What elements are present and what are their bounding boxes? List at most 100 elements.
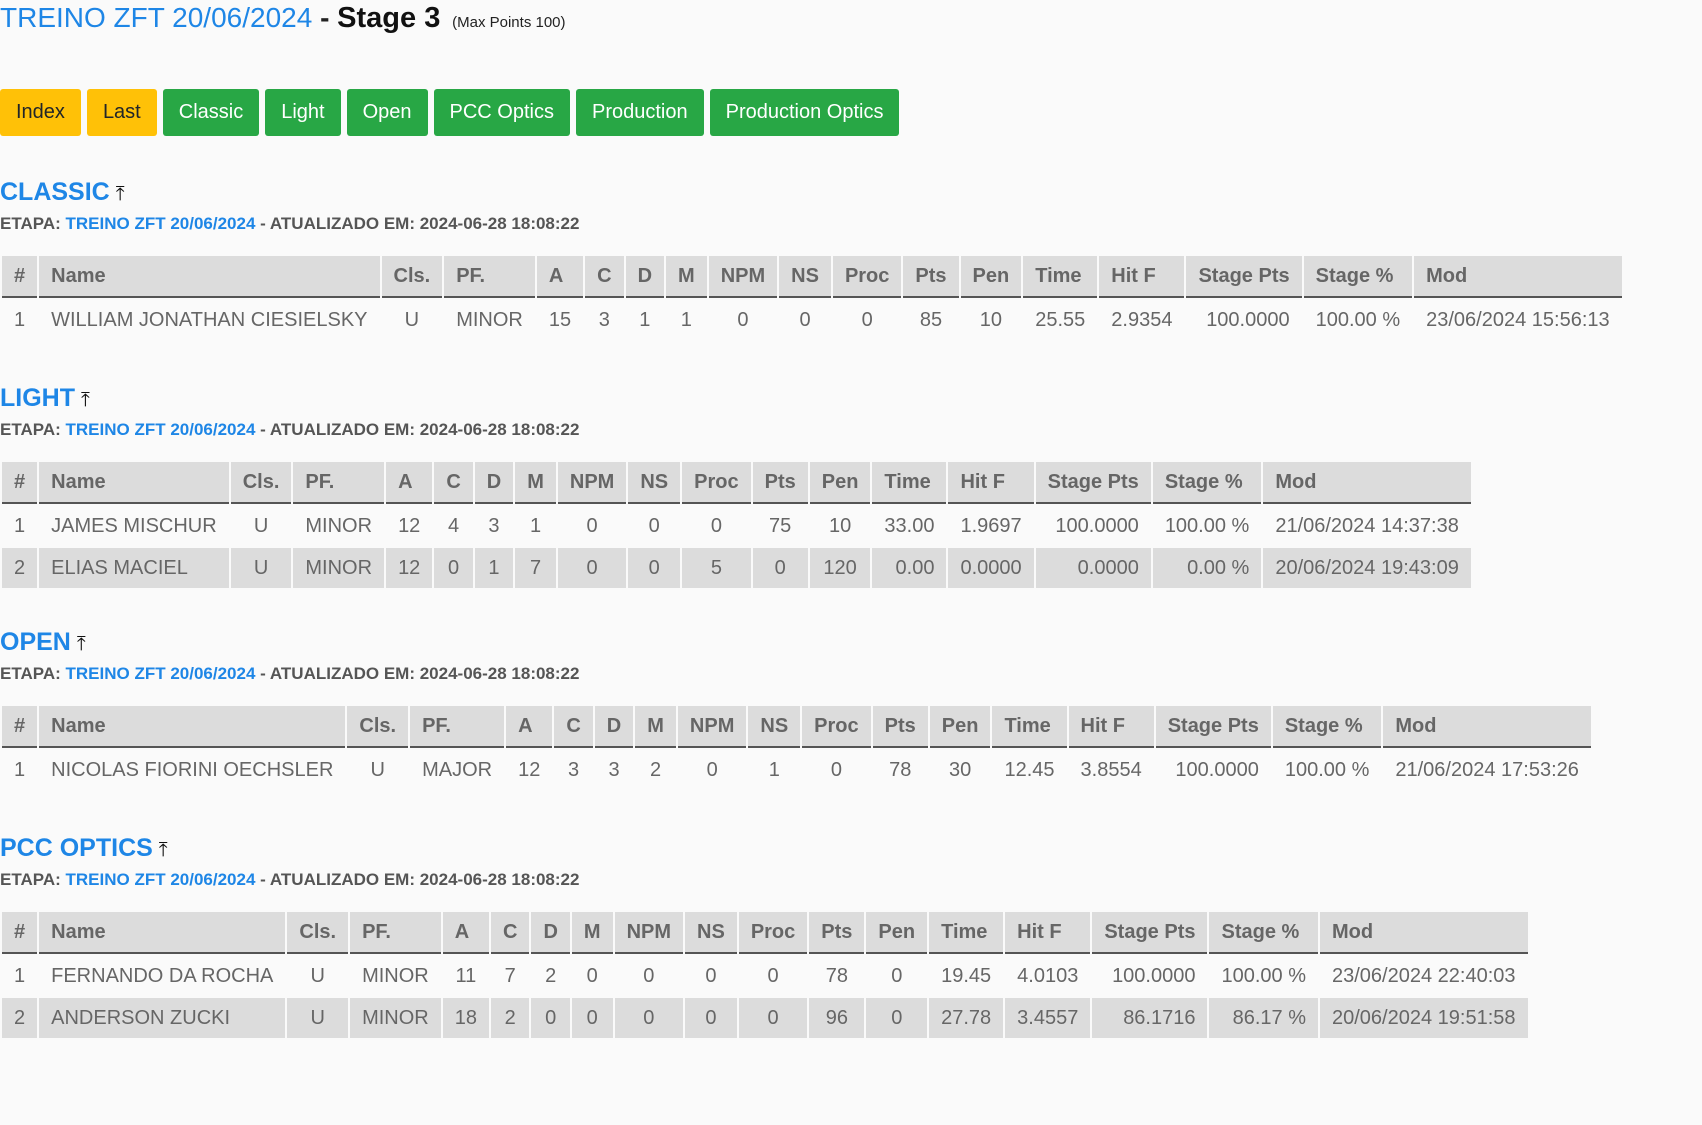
column-header[interactable]: Proc (802, 706, 871, 748)
etapa-match-link[interactable]: TREINO ZFT 20/06/2024 (66, 214, 256, 233)
last-button[interactable]: Last (86, 89, 157, 136)
column-header[interactable]: PF. (293, 462, 385, 504)
column-header[interactable]: Hit F (948, 462, 1034, 504)
match-title-link[interactable]: TREINO ZFT 20/06/2024 (0, 2, 312, 33)
etapa-match-link[interactable]: TREINO ZFT 20/06/2024 (66, 664, 256, 683)
column-header[interactable]: Hit F (1005, 912, 1091, 954)
column-header[interactable]: Pen (809, 462, 871, 504)
column-header[interactable]: Mod (1320, 912, 1528, 954)
column-header[interactable]: NS (685, 912, 737, 954)
column-header[interactable]: Pen (929, 706, 991, 748)
column-header[interactable]: C (434, 462, 473, 504)
column-header[interactable]: Stage % (1272, 706, 1382, 748)
back-to-top-icon[interactable]: ⤒ (81, 389, 90, 411)
column-header[interactable]: Stage Pts (1092, 912, 1208, 954)
table-cell: 27.78 (929, 998, 1004, 1038)
column-header[interactable]: Name (39, 462, 229, 504)
column-header[interactable]: PF. (444, 256, 535, 298)
column-header[interactable]: Name (39, 912, 286, 954)
index-button[interactable]: Index (0, 89, 81, 136)
column-header[interactable]: NS (779, 256, 831, 298)
table-cell: 0 (628, 548, 681, 588)
updated-at: - ATUALIZADO EM: 2024-06-28 18:08:22 (260, 664, 580, 683)
column-header[interactable]: Time (872, 462, 947, 504)
column-header[interactable]: Cls. (230, 462, 292, 504)
column-header[interactable]: D (594, 706, 634, 748)
section-title-text: PCC OPTICS (0, 834, 153, 862)
back-to-top-icon[interactable]: ⤒ (116, 183, 125, 205)
column-header[interactable]: M (571, 912, 613, 954)
column-header[interactable]: # (2, 462, 38, 504)
column-header[interactable]: Mod (1414, 256, 1622, 298)
production-button[interactable]: Production (575, 89, 704, 136)
open-button[interactable]: Open (346, 89, 428, 136)
column-header[interactable]: A (442, 912, 489, 954)
column-header[interactable]: D (474, 462, 514, 504)
column-header[interactable]: NS (628, 462, 681, 504)
column-header[interactable]: Stage Pts (1155, 706, 1271, 748)
column-header[interactable]: Proc (832, 256, 902, 298)
column-header[interactable]: # (2, 706, 38, 748)
column-header[interactable]: NS (748, 706, 801, 748)
column-header[interactable]: M (635, 706, 676, 748)
column-header[interactable]: Time (1023, 256, 1098, 298)
table-cell: 7 (515, 548, 556, 588)
column-header[interactable]: Stage Pts (1035, 462, 1151, 504)
column-header[interactable]: PF. (410, 706, 505, 748)
column-header[interactable]: Pen (960, 256, 1022, 298)
column-header[interactable]: Mod (1383, 706, 1591, 748)
column-header[interactable]: Proc (738, 912, 808, 954)
results-table: # Name Cls. PF. A C D M NPM NS Proc Pts Pen Time Hit F… (0, 910, 1530, 1040)
column-header[interactable]: Stage % (1209, 912, 1318, 954)
column-header[interactable]: NPM (614, 912, 684, 954)
column-header[interactable]: Stage Pts (1186, 256, 1302, 298)
column-header[interactable]: M (515, 462, 556, 504)
column-header[interactable]: Pts (752, 462, 808, 504)
column-header[interactable]: Pts (809, 912, 865, 954)
column-header[interactable]: D (625, 256, 665, 298)
light-button[interactable]: Light (265, 89, 341, 136)
column-header[interactable]: # (2, 256, 38, 298)
column-header[interactable]: NPM (708, 256, 778, 298)
column-header[interactable]: NPM (557, 462, 627, 504)
column-header[interactable]: Cls. (287, 912, 349, 954)
section-title-text: LIGHT (0, 384, 75, 412)
column-header[interactable]: Hit F (1068, 706, 1154, 748)
column-header[interactable]: Name (39, 256, 380, 298)
column-header[interactable]: C (490, 912, 530, 954)
column-header[interactable]: Stage % (1303, 256, 1413, 298)
pcc-optics-button[interactable]: PCC Optics (433, 89, 570, 136)
column-header[interactable]: Proc (682, 462, 751, 504)
column-header[interactable]: Time (929, 912, 1004, 954)
back-to-top-icon[interactable]: ⤒ (77, 633, 86, 655)
column-header[interactable]: A (506, 706, 553, 748)
table-cell: 0 (891, 964, 903, 987)
etapa-match-link[interactable]: TREINO ZFT 20/06/2024 (66, 420, 256, 439)
etapa-match-link[interactable]: TREINO ZFT 20/06/2024 (66, 870, 256, 889)
column-header[interactable]: D (531, 912, 570, 954)
column-header[interactable]: Name (39, 706, 346, 748)
classic-button[interactable]: Classic (162, 89, 260, 136)
column-header[interactable]: Time (992, 706, 1067, 748)
table-cell: 78 (825, 964, 848, 987)
column-header[interactable]: M (666, 256, 707, 298)
column-header[interactable]: Hit F (1099, 256, 1185, 298)
column-header[interactable]: Cls. (347, 706, 409, 748)
column-header[interactable]: C (585, 256, 624, 298)
column-header[interactable]: Mod (1263, 462, 1471, 504)
column-header[interactable]: A (536, 256, 584, 298)
column-header[interactable]: C (554, 706, 593, 748)
column-header[interactable]: Stage % (1152, 462, 1262, 504)
table-cell: U (253, 514, 269, 537)
column-header[interactable]: PF. (350, 912, 441, 954)
column-header[interactable]: Pts (872, 706, 928, 748)
column-header[interactable]: # (2, 912, 38, 954)
column-header[interactable]: Pts (903, 256, 959, 298)
column-header[interactable]: Cls. (381, 256, 443, 298)
table-cell: 0 (737, 308, 749, 331)
column-header[interactable]: NPM (677, 706, 747, 748)
column-header[interactable]: A (386, 462, 433, 504)
column-header[interactable]: Pen (866, 912, 928, 954)
back-to-top-icon[interactable]: ⤒ (159, 839, 168, 861)
production-optics-button[interactable]: Production Optics (709, 89, 900, 136)
